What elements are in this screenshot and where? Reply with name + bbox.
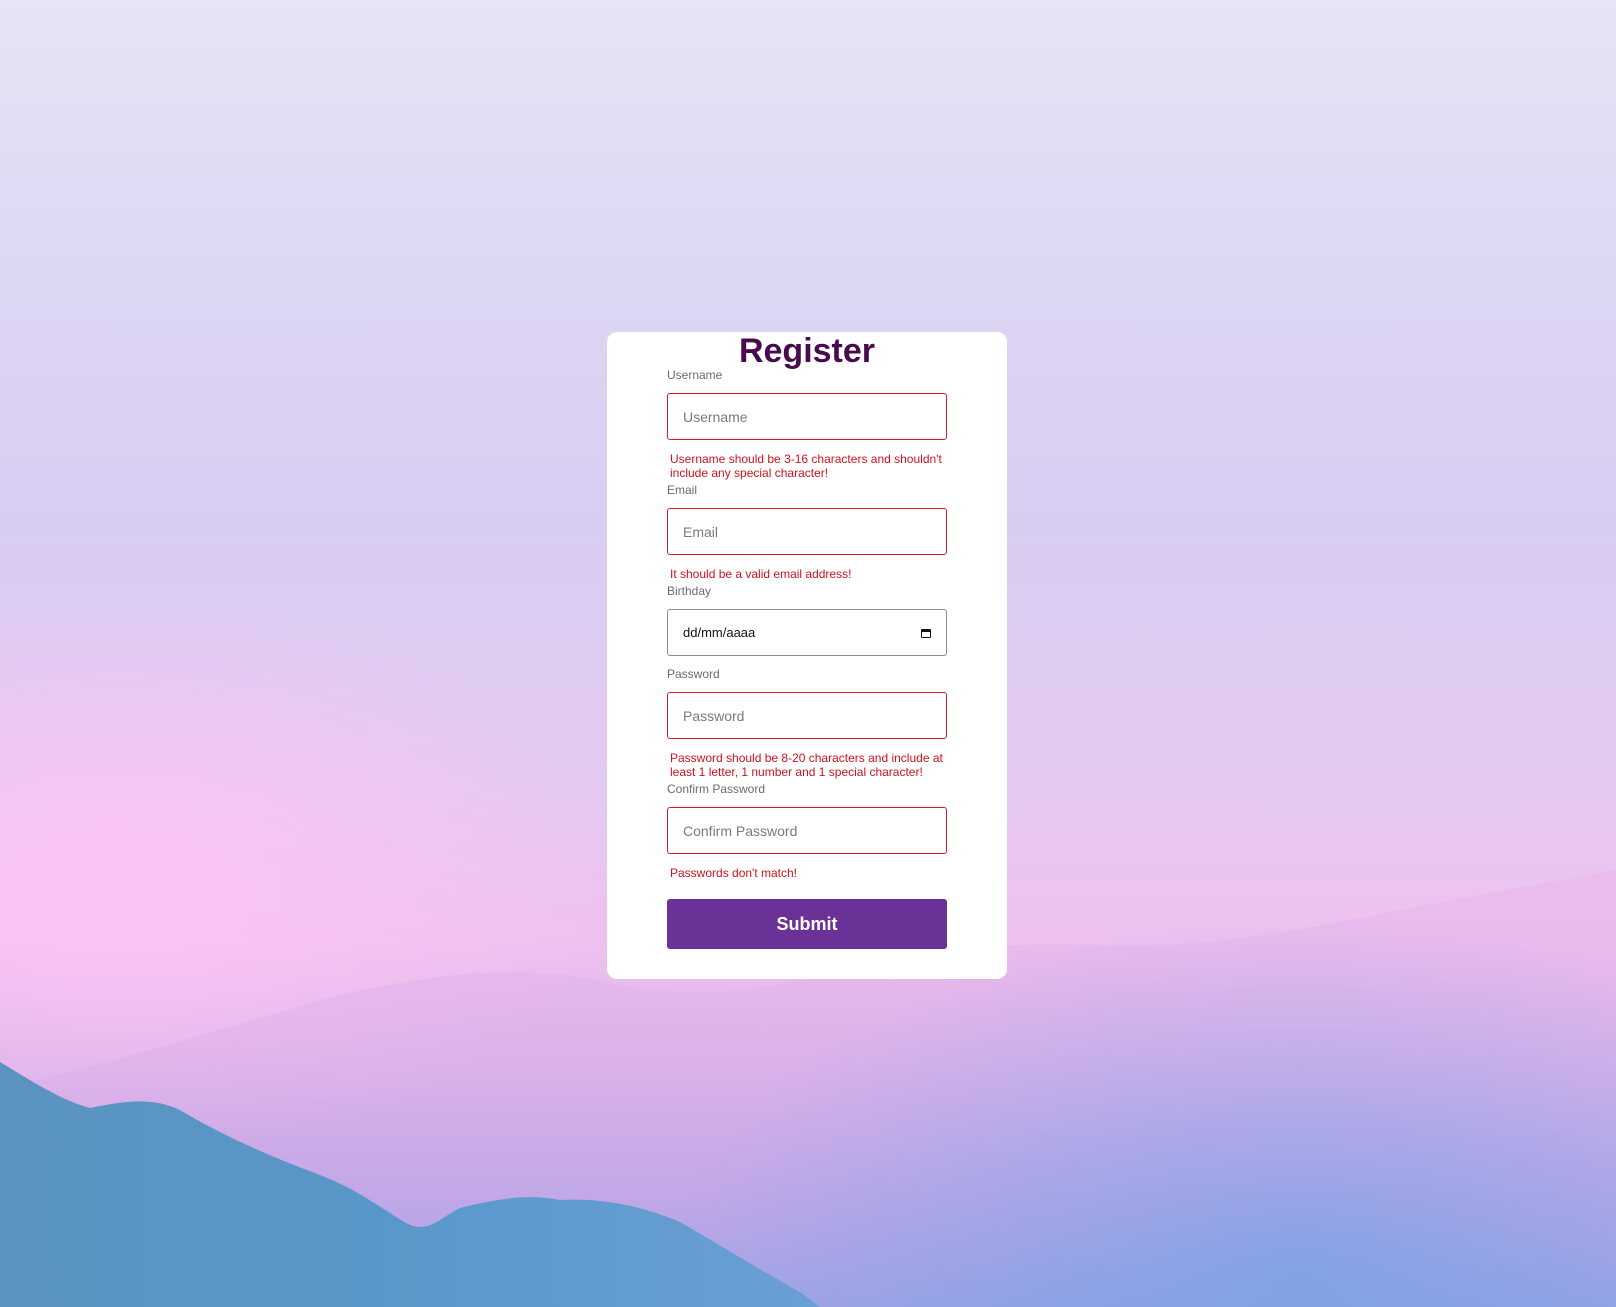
email-label: Email xyxy=(667,483,698,497)
form-title: Register xyxy=(738,332,876,370)
password-field-group: Password Password should be 8-20 charact… xyxy=(667,667,947,779)
birthday-date-placeholder: dd/mm/aaaa xyxy=(683,625,756,640)
password-label: Password xyxy=(667,667,720,681)
email-field-group: Email It should be a valid email address… xyxy=(667,483,947,581)
confirm-password-input[interactable] xyxy=(667,807,947,854)
submit-button[interactable]: Submit xyxy=(667,899,947,949)
username-error: Username should be 3-16 characters and s… xyxy=(670,452,942,480)
birthday-field-group: Birthday dd/mm/aaaa xyxy=(667,584,947,656)
register-card: Register Username Username should be 3-1… xyxy=(607,332,1007,979)
password-input[interactable] xyxy=(667,692,947,739)
username-field-group: Username Username should be 3-16 charact… xyxy=(667,368,947,480)
username-label: Username xyxy=(667,368,723,382)
confirm-password-label: Confirm Password xyxy=(667,782,766,796)
calendar-icon[interactable] xyxy=(921,628,931,638)
password-error: Password should be 8-20 characters and i… xyxy=(670,751,943,779)
email-input[interactable] xyxy=(667,508,947,555)
username-input[interactable] xyxy=(667,393,947,440)
confirm-password-field-group: Confirm Password Passwords don't match! xyxy=(667,782,947,880)
confirm-password-error: Passwords don't match! xyxy=(670,866,798,880)
birthday-label: Birthday xyxy=(667,584,712,598)
birthday-date-input[interactable]: dd/mm/aaaa xyxy=(667,609,947,656)
email-error: It should be a valid email address! xyxy=(670,567,852,581)
